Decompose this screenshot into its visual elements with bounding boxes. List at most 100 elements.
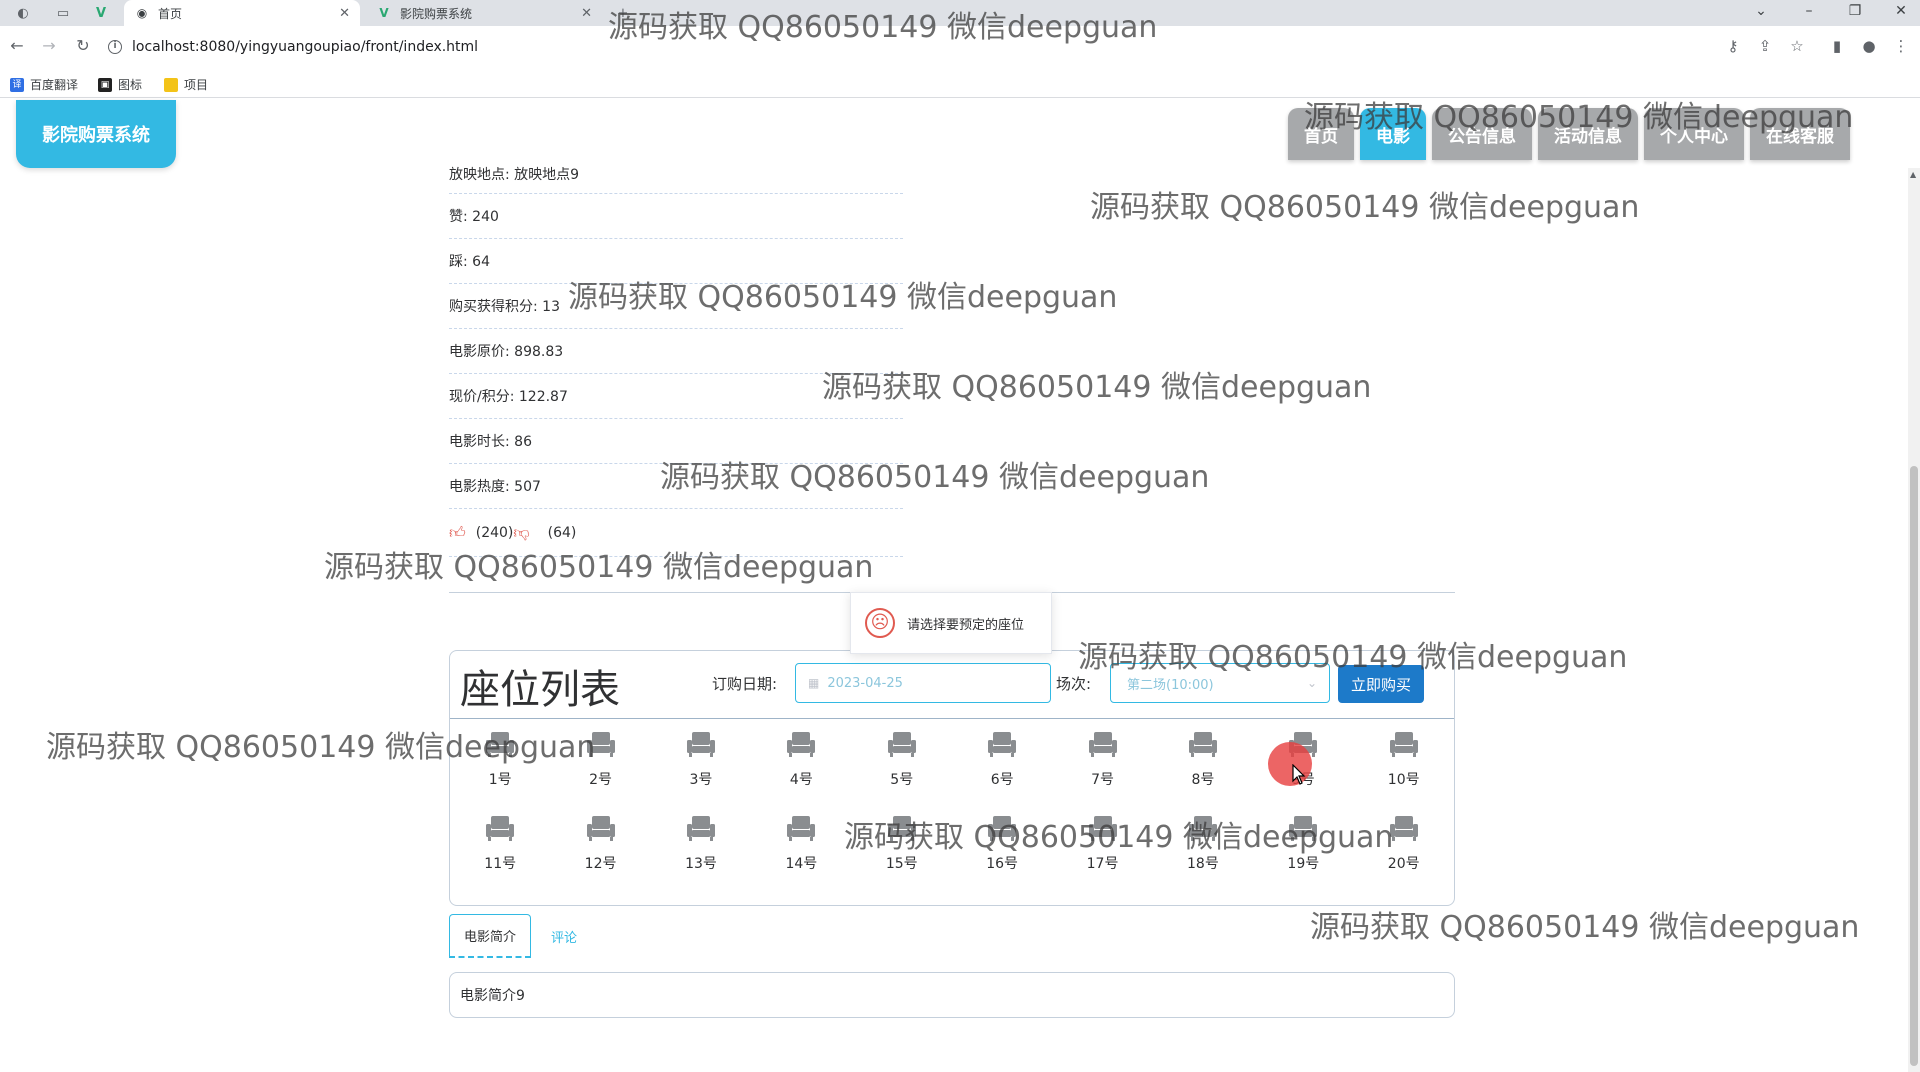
sad-face-icon: ☹	[865, 608, 895, 638]
seat[interactable]: 6号	[952, 731, 1052, 801]
chevron-down-icon: ⌄	[1306, 676, 1317, 690]
session-select[interactable]: 第二场(10:00) ⌄	[1110, 663, 1330, 703]
profile-icon[interactable]: ●	[1858, 37, 1880, 55]
heat-row: 电影热度: 507	[449, 464, 903, 509]
back-icon[interactable]: ←	[6, 36, 28, 55]
bookmark-label: 百度翻译	[30, 78, 79, 92]
browser-app-icon[interactable]: ◐	[12, 3, 34, 23]
thumbs-up-icon[interactable]: 👍︎	[449, 523, 466, 543]
seat[interactable]: 17号	[1052, 815, 1152, 885]
share-icon[interactable]: ⇪	[1754, 37, 1776, 55]
seat-icon	[486, 732, 515, 757]
globe-icon: ◉	[136, 6, 148, 20]
buy-now-button[interactable]: 立即购买	[1338, 665, 1424, 703]
seat[interactable]: 2号	[550, 731, 650, 801]
browser-blank-tab-icon[interactable]: ▭	[52, 3, 74, 23]
key-icon[interactable]: ⚷	[1722, 37, 1744, 55]
menu-icon[interactable]: ⋮	[1890, 37, 1912, 55]
tab-home[interactable]: ◉ 首页 ✕	[124, 0, 360, 26]
tab-cinema[interactable]: V 影院购票系统 ✕	[366, 0, 602, 26]
seat[interactable]: 10号	[1354, 731, 1454, 801]
seat-number: 18号	[1187, 856, 1219, 872]
bookmark-label: 项目	[184, 78, 209, 92]
forward-icon[interactable]: →	[38, 36, 60, 55]
scrollbar-thumb[interactable]	[1910, 466, 1918, 1066]
seat[interactable]: 3号	[651, 731, 751, 801]
side-panel-icon[interactable]: ▮	[1826, 37, 1848, 55]
minimize-icon[interactable]: –	[1794, 3, 1824, 19]
seat-icon	[686, 816, 715, 841]
seat-number: 6号	[990, 772, 1014, 788]
seat[interactable]: 20号	[1354, 815, 1454, 885]
close-icon[interactable]: ✕	[581, 6, 592, 21]
reload-icon[interactable]: ↻	[72, 36, 94, 55]
seat[interactable]: 14号	[751, 815, 851, 885]
thumbs-down-icon[interactable]: 👎︎	[513, 523, 529, 543]
bookmark-icons[interactable]: ▣ 图标	[98, 76, 142, 93]
nav-personal-center[interactable]: 个人中心	[1644, 108, 1744, 160]
seat-icon	[1188, 732, 1217, 757]
tab-search-icon[interactable]: ⌄	[1746, 3, 1776, 19]
seat-icon	[1389, 816, 1418, 841]
close-icon[interactable]: ✕	[339, 6, 350, 21]
session-label: 场次:	[1056, 675, 1092, 693]
url-field[interactable]: i localhost:8080/yingyuangoupiao/front/i…	[108, 33, 1708, 61]
tab-comments[interactable]: 评论	[537, 914, 591, 958]
nav-online-service[interactable]: 在线客服	[1750, 108, 1850, 160]
bookmark-baidu-translate[interactable]: 译 百度翻译	[10, 76, 78, 93]
seat-number: 13号	[685, 856, 717, 872]
scroll-up-icon[interactable]: ▲	[1910, 170, 1916, 179]
order-date-input[interactable]: ▦ 2023-04-25	[795, 663, 1051, 703]
seat[interactable]: 1号	[450, 731, 550, 801]
seat-icon	[887, 732, 916, 757]
duration-row: 电影时长: 86	[449, 419, 903, 464]
nav-activities[interactable]: 活动信息	[1538, 108, 1638, 160]
seat-icon	[988, 732, 1017, 757]
site-logo[interactable]: 影院购票系统	[16, 100, 176, 168]
seat[interactable]: 8号	[1153, 731, 1253, 801]
seat-list-title: 座位列表	[460, 667, 620, 713]
tab-home-title: 首页	[158, 6, 183, 21]
nav-movie[interactable]: 电影	[1360, 108, 1426, 160]
seat[interactable]: 13号	[651, 815, 751, 885]
seat-number: 2号	[589, 772, 613, 788]
seat[interactable]: 5号	[852, 731, 952, 801]
seat-number: 5号	[890, 772, 914, 788]
translate-icon: 译	[10, 77, 24, 92]
bookmark-label: 图标	[118, 78, 143, 92]
location-row: 放映地点: 放映地点9	[449, 160, 903, 194]
nav-announcements[interactable]: 公告信息	[1432, 108, 1532, 160]
seat[interactable]: 19号	[1253, 815, 1353, 885]
tab-movie-intro[interactable]: 电影简介	[449, 914, 532, 958]
seat[interactable]: 15号	[852, 815, 952, 885]
seat[interactable]: 11号	[450, 815, 550, 885]
vue-pinned-tab-icon[interactable]: V	[90, 3, 112, 23]
nav-home[interactable]: 首页	[1288, 108, 1354, 160]
seat[interactable]: 12号	[550, 815, 650, 885]
seat[interactable]: 7号	[1052, 731, 1152, 801]
watermark: 源码获取 QQ86050149 微信deepguan	[822, 370, 1372, 405]
bookmark-project[interactable]: 项目	[164, 76, 208, 93]
seat-number: 10号	[1387, 772, 1420, 788]
seat-icon	[1188, 816, 1217, 841]
folder-icon	[164, 77, 178, 92]
restore-icon[interactable]: ❐	[1840, 3, 1870, 19]
seat-icon	[787, 732, 816, 757]
site-info-icon[interactable]: i	[108, 40, 122, 54]
seat[interactable]: 18号	[1153, 815, 1253, 885]
seat-icon	[486, 816, 515, 841]
window-close-icon[interactable]: ✕	[1886, 3, 1916, 19]
seat[interactable]: 4号	[751, 731, 851, 801]
mouse-cursor-icon	[1292, 764, 1306, 785]
seat-number: 14号	[785, 856, 818, 872]
seat-icon	[586, 732, 615, 757]
bookmark-star-icon[interactable]: ☆	[1786, 37, 1808, 55]
new-tab-icon[interactable]: +	[612, 3, 634, 23]
dislike-count: (64)	[547, 524, 577, 541]
seat[interactable]: 16号	[952, 815, 1052, 885]
bookmarks-bar: 译 百度翻译 ▣ 图标 项目	[0, 70, 1920, 98]
seat-number: 17号	[1086, 856, 1119, 872]
seat-number: 12号	[584, 856, 617, 872]
seat-icon	[1088, 732, 1117, 757]
image-icon: ▣	[98, 77, 112, 92]
